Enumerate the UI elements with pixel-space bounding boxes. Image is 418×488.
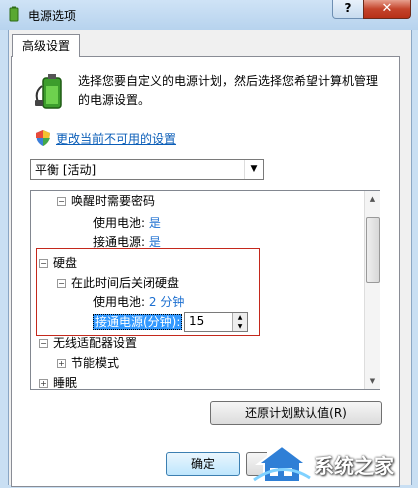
power-plan-select[interactable]: 平衡 [活动] ▼ [30, 159, 264, 180]
help-button[interactable]: ? [332, 0, 364, 19]
title-bar: 电源选项 ? ✕ [0, 0, 418, 30]
uac-shield-icon [36, 130, 50, 146]
tree-item-wireless[interactable]: − 无线适配器设置 [39, 334, 137, 352]
power-plan-value: 平衡 [活动] [35, 163, 97, 177]
watermark-text: 系统之家 [314, 454, 394, 478]
minutes-stepper[interactable]: 15 ▲ ▼ [184, 312, 248, 332]
setting-value[interactable]: 是 [149, 216, 161, 230]
minutes-value[interactable]: 15 [189, 314, 204, 328]
battery-icon [35, 74, 62, 109]
spin-down-icon[interactable]: ▼ [232, 322, 247, 331]
tree-item-wake-battery[interactable]: 使用电池: 是 [93, 214, 161, 232]
tree-item-power-save-mode[interactable]: + 节能模式 [57, 354, 119, 372]
expand-icon[interactable]: + [57, 359, 66, 368]
scroll-thumb[interactable] [366, 217, 380, 283]
tree-item-sleep[interactable]: + 睡眠 [39, 374, 77, 389]
collapse-icon[interactable]: − [57, 197, 66, 206]
description-text: 选择您要自定义的电源计划，然后选择您希望计算机管理的电源设置。 [78, 74, 379, 107]
window-title: 电源选项 [28, 9, 77, 23]
house-logo-icon [253, 444, 311, 483]
tree-scrollbar[interactable]: ▲ ▼ [364, 191, 380, 389]
restore-defaults-button[interactable]: 还原计划默认值(R) [210, 401, 382, 425]
ok-button[interactable]: 确定 [166, 452, 240, 476]
scroll-down-icon[interactable]: ▼ [365, 373, 380, 389]
setting-value[interactable]: 是 [149, 235, 161, 249]
change-unavailable-settings-link[interactable]: 更改当前不可用的设置 [56, 130, 176, 147]
collapse-icon[interactable]: − [39, 339, 48, 348]
close-button[interactable]: ✕ [363, 0, 411, 19]
expand-icon[interactable]: + [39, 379, 48, 388]
tab-advanced-settings[interactable]: 高级设置 [12, 34, 80, 57]
tree-item-wake-password[interactable]: − 唤醒时需要密码 [57, 192, 155, 210]
chevron-down-icon[interactable]: ▼ [244, 160, 263, 179]
scroll-up-icon[interactable]: ▲ [365, 191, 380, 207]
watermark-logo: 系统之家 [252, 440, 418, 485]
power-options-icon [9, 6, 19, 22]
